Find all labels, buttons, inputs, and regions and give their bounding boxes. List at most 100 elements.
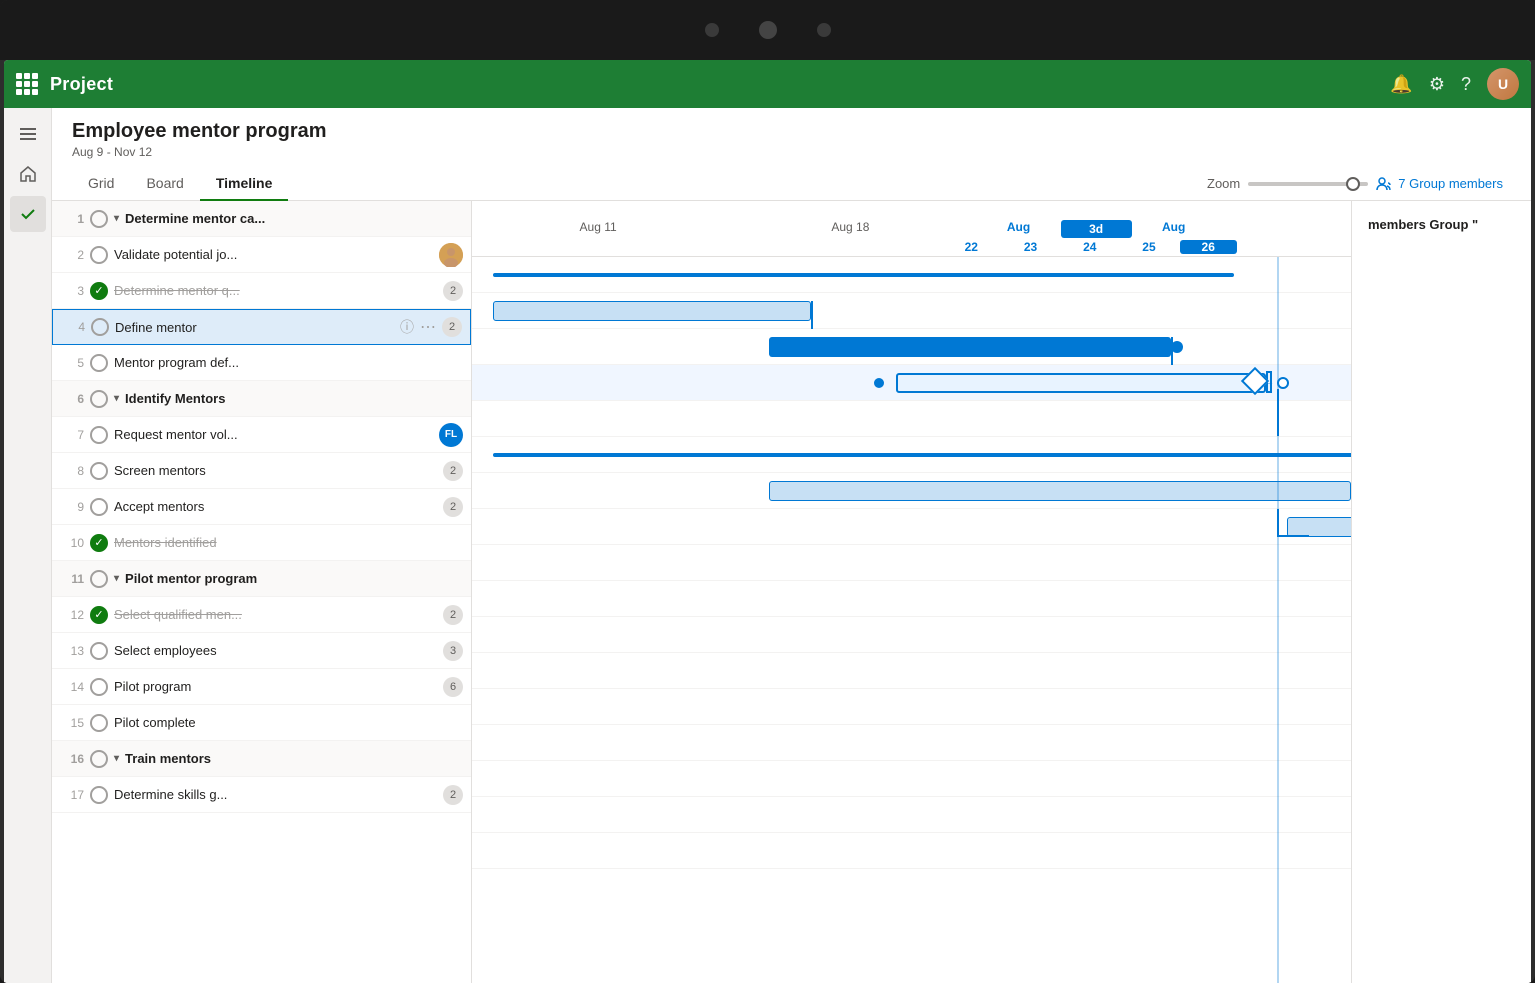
badge: 2 bbox=[443, 605, 463, 625]
task-name: Select employees bbox=[114, 643, 437, 658]
task-row[interactable]: 15 Pilot complete bbox=[52, 705, 471, 741]
task-row-selected[interactable]: 4 Define mentor ⓘ ⋯ 2 bbox=[52, 309, 471, 345]
day-24: 24 bbox=[1061, 240, 1118, 254]
status-circle bbox=[90, 786, 108, 804]
row-number: 6 bbox=[60, 392, 84, 406]
camera-dot-left bbox=[705, 23, 719, 37]
camera-dot-right bbox=[817, 23, 831, 37]
task-row-group[interactable]: 11 ▾ Pilot mentor program bbox=[52, 561, 471, 597]
row-number: 5 bbox=[60, 356, 84, 370]
zoom-slider[interactable] bbox=[1248, 182, 1368, 186]
task-row[interactable]: 3 Determine mentor q... 2 bbox=[52, 273, 471, 309]
task-name: Pilot complete bbox=[114, 715, 463, 730]
gantt-bar-summary bbox=[493, 273, 1234, 277]
sidebar-home-icon[interactable] bbox=[10, 156, 46, 192]
app-title: Project bbox=[50, 74, 1378, 95]
notification-icon[interactable]: 🔔 bbox=[1390, 74, 1412, 95]
task-name: Determine mentor ca... bbox=[125, 211, 463, 226]
task-row-group[interactable]: 6 ▾ Identify Mentors bbox=[52, 381, 471, 417]
collapse-chevron[interactable]: ▾ bbox=[114, 573, 119, 584]
days-spacer bbox=[472, 240, 707, 254]
task-row[interactable]: 1 ▾ Determine mentor ca... bbox=[52, 201, 471, 237]
task-row[interactable]: 12 Select qualified men... 2 bbox=[52, 597, 471, 633]
gantt-bar-2[interactable] bbox=[493, 301, 811, 321]
tabs-row: Grid Board Timeline Zoom bbox=[72, 167, 1511, 200]
main-content: Employee mentor program Aug 9 - Nov 12 G… bbox=[52, 108, 1531, 983]
task-name: Accept mentors bbox=[114, 499, 437, 514]
badge: 2 bbox=[443, 461, 463, 481]
task-name: Identify Mentors bbox=[125, 391, 463, 406]
task-row[interactable]: 17 Determine skills g... 2 bbox=[52, 777, 471, 813]
week-label-aug11: Aug 11 bbox=[472, 220, 724, 238]
row-number: 7 bbox=[60, 428, 84, 442]
group-members-panel: members Group " bbox=[1351, 201, 1531, 983]
status-circle bbox=[90, 714, 108, 732]
badge: 2 bbox=[443, 497, 463, 517]
collapse-chevron[interactable]: ▾ bbox=[114, 753, 119, 764]
badge: 2 bbox=[443, 281, 463, 301]
status-circle bbox=[90, 642, 108, 660]
task-row[interactable]: 8 Screen mentors 2 bbox=[52, 453, 471, 489]
help-icon[interactable]: ? bbox=[1461, 74, 1471, 95]
waffle-icon[interactable] bbox=[16, 73, 38, 95]
group-members-label: 7 Group members bbox=[1398, 176, 1503, 191]
status-circle bbox=[90, 462, 108, 480]
gantt-bar-4[interactable] bbox=[896, 373, 1267, 393]
status-circle-complete bbox=[90, 534, 108, 552]
project-header: Employee mentor program Aug 9 - Nov 12 G… bbox=[52, 108, 1531, 201]
tab-board[interactable]: Board bbox=[130, 167, 199, 201]
task-row[interactable]: 7 Request mentor vol... FL bbox=[52, 417, 471, 453]
day-25: 25 bbox=[1120, 240, 1177, 254]
task-row[interactable]: 14 Pilot program 6 bbox=[52, 669, 471, 705]
row-number: 8 bbox=[60, 464, 84, 478]
sidebar-check-icon[interactable] bbox=[10, 196, 46, 232]
task-row[interactable]: 5 Mentor program def... bbox=[52, 345, 471, 381]
task-row[interactable]: 10 Mentors identified bbox=[52, 525, 471, 561]
tab-grid[interactable]: Grid bbox=[72, 167, 130, 201]
gantt-bar-3[interactable] bbox=[769, 337, 1171, 357]
task-row-group[interactable]: 16 ▾ Train mentors bbox=[52, 741, 471, 777]
gantt-dot-4-left bbox=[874, 378, 884, 388]
task-row[interactable]: 9 Accept mentors 2 bbox=[52, 489, 471, 525]
row-number: 1 bbox=[60, 212, 84, 226]
collapse-chevron[interactable]: ▾ bbox=[114, 393, 119, 404]
tab-timeline[interactable]: Timeline bbox=[200, 167, 289, 201]
connector-h-8 bbox=[1277, 535, 1309, 537]
connector-2 bbox=[811, 301, 813, 329]
task-row[interactable]: 13 Select employees 3 bbox=[52, 633, 471, 669]
task-name: Determine skills g... bbox=[114, 787, 437, 802]
badge: 3 bbox=[443, 641, 463, 661]
row-number: 16 bbox=[60, 752, 84, 766]
task-name: Train mentors bbox=[125, 751, 463, 766]
status-circle bbox=[90, 246, 108, 264]
day-23: 23 bbox=[1002, 240, 1059, 254]
group-members-button[interactable]: 7 Group members bbox=[1368, 172, 1511, 196]
settings-icon[interactable]: ⚙ bbox=[1429, 74, 1445, 95]
badge: 2 bbox=[442, 317, 462, 337]
status-circle bbox=[90, 678, 108, 696]
top-nav: Project 🔔 ⚙ ? U bbox=[4, 60, 1531, 108]
status-circle-complete bbox=[90, 282, 108, 300]
month-aug2: Aug bbox=[1132, 220, 1216, 238]
status-circle bbox=[90, 390, 108, 408]
status-circle bbox=[90, 498, 108, 516]
task-name: Determine mentor q... bbox=[114, 283, 437, 298]
day-highlight-3d: 3d bbox=[1061, 220, 1132, 238]
row-number: 17 bbox=[60, 788, 84, 802]
info-icon[interactable]: ⓘ bbox=[400, 317, 414, 337]
gantt-bar-7[interactable] bbox=[769, 481, 1351, 501]
day-22: 22 bbox=[943, 240, 1000, 254]
sidebar-menu-icon[interactable] bbox=[10, 116, 46, 152]
group-members-text: members Group " bbox=[1368, 217, 1515, 234]
avatar[interactable]: U bbox=[1487, 68, 1519, 100]
collapse-chevron[interactable]: ▾ bbox=[114, 213, 119, 224]
task-row[interactable]: 2 Validate potential jo... bbox=[52, 237, 471, 273]
row-number: 3 bbox=[60, 284, 84, 298]
badge: 2 bbox=[443, 785, 463, 805]
zoom-thumb[interactable] bbox=[1346, 177, 1360, 191]
row-number: 15 bbox=[60, 716, 84, 730]
more-options-icon[interactable]: ⋯ bbox=[420, 317, 436, 337]
task-name: Screen mentors bbox=[114, 463, 437, 478]
task-name: Mentor program def... bbox=[114, 355, 463, 370]
row-number: 13 bbox=[60, 644, 84, 658]
